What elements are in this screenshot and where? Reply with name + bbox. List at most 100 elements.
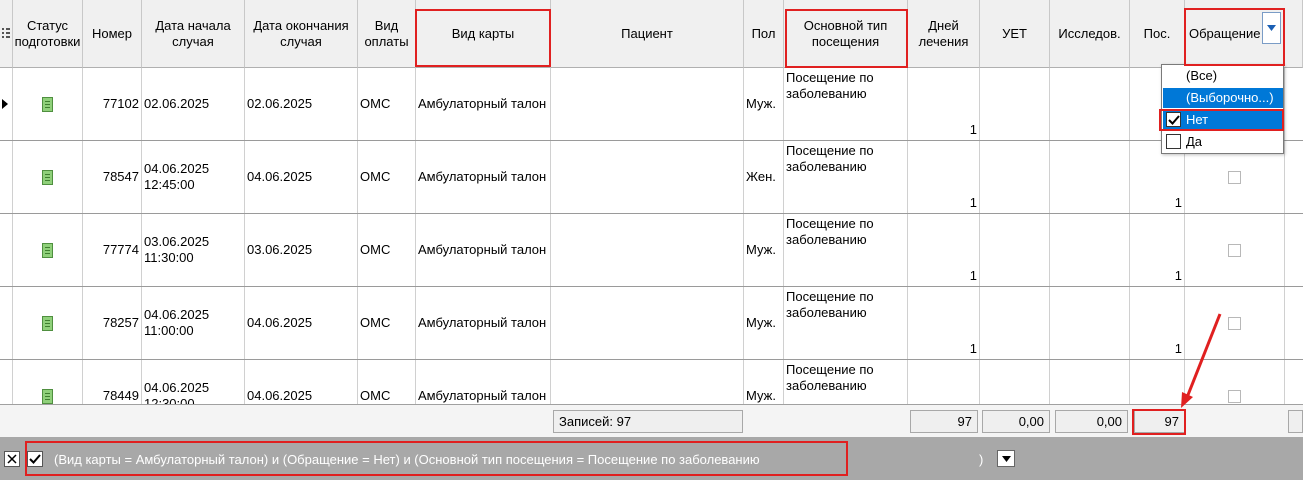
visit-type-cell[interactable]: Посещение по заболеванию: [784, 214, 908, 286]
filter-option-no-checkbox[interactable]: [1166, 112, 1181, 127]
filter-expression[interactable]: (Вид карты = Амбулаторный талон) и (Обра…: [54, 452, 760, 468]
table-row[interactable]: 78257 04.06.2025 11:00:00 04.06.2025 ОМС Амб…: [0, 287, 1303, 360]
row-indicator[interactable]: [0, 214, 13, 286]
filter-option-no[interactable]: Нет: [1163, 110, 1283, 130]
table-row[interactable]: 78547 04.06.2025 12:45:00 04.06.2025 ОМС Амб…: [0, 141, 1303, 214]
header-end-date[interactable]: Дата окончания случая: [245, 0, 358, 68]
row-indicator[interactable]: [0, 287, 13, 359]
uet-cell[interactable]: [980, 287, 1050, 359]
payment-cell[interactable]: ОМС: [358, 141, 416, 213]
header-treatment-days[interactable]: Дней лечения: [908, 0, 980, 68]
visit-type-cell[interactable]: Посещение по заболеванию: [784, 287, 908, 359]
red-arrow-annotation: [1181, 313, 1222, 408]
card-cell[interactable]: Амбулаторный талон: [416, 68, 551, 140]
research-cell[interactable]: [1050, 287, 1130, 359]
visit-type-cell[interactable]: Посещение по заболеванию: [784, 68, 908, 140]
visit-type-cell[interactable]: Посещение по заболеванию: [784, 141, 908, 213]
patient-cell[interactable]: [551, 68, 744, 140]
chevron-down-icon: [1267, 25, 1276, 31]
appeal-checkbox[interactable]: [1228, 316, 1241, 330]
appeal-cell[interactable]: [1185, 214, 1285, 286]
sex-cell[interactable]: Муж.: [744, 68, 784, 140]
card-cell[interactable]: Амбулаторный талон: [416, 141, 551, 213]
patient-cell[interactable]: [551, 287, 744, 359]
header-visits[interactable]: Пос.: [1130, 0, 1185, 68]
document-icon: [42, 169, 53, 185]
close-icon: [7, 454, 17, 464]
research-cell[interactable]: [1050, 214, 1130, 286]
filter-history-button[interactable]: [997, 450, 1015, 467]
visits-cell[interactable]: 1: [1130, 214, 1185, 286]
sex-cell[interactable]: Муж.: [744, 214, 784, 286]
start-cell[interactable]: 02.06.2025: [142, 68, 245, 140]
treatment-days-cell[interactable]: 1: [908, 214, 980, 286]
start-cell[interactable]: 03.06.2025 11:30:00: [142, 214, 245, 286]
payment-cell[interactable]: ОМС: [358, 287, 416, 359]
filter-enabled-checkbox[interactable]: [27, 451, 43, 467]
appeal-checkbox[interactable]: [1228, 243, 1241, 257]
appeal-filter-button[interactable]: [1262, 12, 1281, 44]
patient-cell[interactable]: [551, 214, 744, 286]
chevron-down-icon: [1001, 455, 1011, 462]
research-cell[interactable]: [1050, 68, 1130, 140]
status-cell[interactable]: [13, 141, 83, 213]
card-cell[interactable]: Амбулаторный талон: [416, 287, 551, 359]
card-cell[interactable]: Амбулаторный талон: [416, 214, 551, 286]
header-payment-type[interactable]: Вид оплаты: [358, 0, 416, 68]
treatment-days-cell[interactable]: 1: [908, 141, 980, 213]
payment-cell[interactable]: ОМС: [358, 68, 416, 140]
uet-cell[interactable]: [980, 68, 1050, 140]
filter-option-yes-checkbox[interactable]: [1166, 134, 1181, 149]
number-cell[interactable]: 78257: [83, 287, 142, 359]
treatment-days-cell[interactable]: 1: [908, 287, 980, 359]
number-cell[interactable]: 77774: [83, 214, 142, 286]
header-card-type[interactable]: Вид карты: [416, 0, 551, 68]
filter-option-custom[interactable]: (Выборочно...): [1163, 88, 1283, 108]
column-chooser-icon: [2, 27, 10, 38]
clear-filter-button[interactable]: [4, 451, 20, 467]
end-cell[interactable]: 03.06.2025: [245, 214, 358, 286]
filter-option-all[interactable]: (Все): [1163, 66, 1283, 86]
uet-cell[interactable]: [980, 214, 1050, 286]
table-row[interactable]: 77774 03.06.2025 11:30:00 03.06.2025 ОМС Амб…: [0, 214, 1303, 287]
row-indicator[interactable]: [0, 68, 13, 140]
status-cell[interactable]: [13, 214, 83, 286]
header-start-date[interactable]: Дата начала случая: [142, 0, 245, 68]
status-cell[interactable]: [13, 287, 83, 359]
treatment-days-cell[interactable]: 1: [908, 68, 980, 140]
research-cell[interactable]: [1050, 141, 1130, 213]
patient-cell[interactable]: [551, 141, 744, 213]
start-cell[interactable]: 04.06.2025 11:00:00: [142, 287, 245, 359]
start-cell[interactable]: 04.06.2025 12:45:00: [142, 141, 245, 213]
appeal-checkbox[interactable]: [1228, 170, 1241, 184]
document-icon: [42, 96, 53, 112]
sex-cell[interactable]: Жен.: [744, 141, 784, 213]
header-number[interactable]: Номер: [83, 0, 142, 68]
appeal-checkbox[interactable]: [1228, 389, 1241, 403]
number-cell[interactable]: 77102: [83, 68, 142, 140]
row-indicator[interactable]: [0, 141, 13, 213]
header-appeal[interactable]: Обращение: [1185, 0, 1303, 68]
header-patient[interactable]: Пациент: [551, 0, 744, 68]
end-cell[interactable]: 04.06.2025: [245, 141, 358, 213]
filter-option-no-label: Нет: [1186, 112, 1209, 127]
payment-cell[interactable]: ОМС: [358, 214, 416, 286]
status-cell[interactable]: [13, 68, 83, 140]
header-sex[interactable]: Пол: [744, 0, 784, 68]
end-cell[interactable]: 02.06.2025: [245, 68, 358, 140]
checkmark-icon: [29, 454, 41, 464]
uet-cell[interactable]: [980, 141, 1050, 213]
table-row[interactable]: 77102 02.06.2025 02.06.2025 ОМС Амбулаторный…: [0, 68, 1303, 141]
column-chooser-button[interactable]: [0, 0, 13, 68]
header-status[interactable]: Статус подготовки: [13, 0, 83, 68]
total-research: 0,00: [1055, 410, 1128, 433]
filter-option-yes[interactable]: Да: [1163, 132, 1283, 152]
header-appeal-label: Обращение: [1189, 25, 1261, 41]
header-research[interactable]: Исследов.: [1050, 0, 1130, 68]
end-cell[interactable]: 04.06.2025: [245, 287, 358, 359]
summary-extra-cell: [1288, 410, 1303, 433]
header-uet[interactable]: УЕТ: [980, 0, 1050, 68]
header-visit-type[interactable]: Основной тип посещения: [784, 0, 908, 68]
number-cell[interactable]: 78547: [83, 141, 142, 213]
sex-cell[interactable]: Муж.: [744, 287, 784, 359]
